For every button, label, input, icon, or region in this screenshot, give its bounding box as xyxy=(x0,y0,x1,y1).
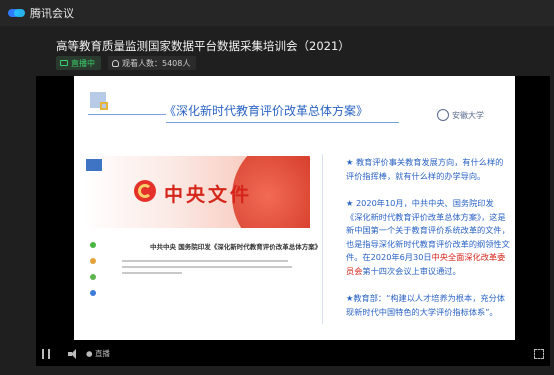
volume-button[interactable] xyxy=(68,349,78,359)
share-wechat-icon xyxy=(90,242,96,248)
title-bar: 腾讯会议 xyxy=(0,0,554,26)
bullet-item: ★ 2020年10月，中共中央、国务院印发《深化新时代教育评价改革总体方案》，这… xyxy=(346,198,510,276)
bullet-item: ★ 教育评价事关教育发展方向，有什么样的评价指挥棒，就有什么样的办学导向。 xyxy=(346,157,504,181)
article-text-line xyxy=(122,260,288,262)
viewer-count-badge: 观看人数：5408人 xyxy=(108,56,197,70)
university-logo: 安徽大学 xyxy=(437,106,489,124)
slide-divider xyxy=(322,154,323,324)
meeting-title: 高等教育质量监测国家数据平台数据采集培训会（2021） xyxy=(56,39,350,53)
slide-bullet-list: ★ 教育评价事关教育发展方向，有什么样的评价指挥棒，就有什么样的办学导向。 ★ … xyxy=(346,156,510,333)
university-seal-icon xyxy=(437,109,449,121)
live-status-label: 直播中 xyxy=(71,58,95,68)
slide-title: 《深化新时代教育评价改革总体方案》 xyxy=(164,104,369,118)
viewer-count-label: 观看人数：5408人 xyxy=(122,58,191,68)
central-document-banner: 中央文件 xyxy=(82,156,310,228)
share-moments-icon xyxy=(90,274,96,280)
emblem-ring xyxy=(138,184,152,198)
decorative-square-outline xyxy=(100,102,108,110)
live-indicator: ● 直播 xyxy=(86,349,110,358)
title-rule-left xyxy=(88,114,166,115)
star-icon: ★ xyxy=(346,157,356,167)
camera-icon xyxy=(60,60,68,66)
live-status-badge: 直播中 xyxy=(56,56,101,70)
news-sticker-icon xyxy=(86,159,102,171)
star-icon: ★ xyxy=(346,198,356,208)
presentation-slide: 《深化新时代教育评价改革总体方案》 安徽大学 中央文件 中共中央 国务院印发《深… xyxy=(74,76,515,340)
person-icon xyxy=(112,59,119,67)
share-weibo-icon xyxy=(90,258,96,264)
article-heading: 中共中央 国务院印发《深化新时代教育评价改革总体方案》 xyxy=(150,243,322,251)
fullscreen-button[interactable] xyxy=(534,349,544,359)
bullet-item: ★教育部：“构建以人才培养为根本，充分体现新时代中国特色的大学评价指标体系”。 xyxy=(346,293,505,317)
tencent-meeting-logo-icon xyxy=(8,7,26,19)
article-text-line xyxy=(122,272,182,274)
university-logo-text: 安徽大学 xyxy=(452,110,484,120)
player-controls: ● 直播 xyxy=(36,343,550,365)
app-name: 腾讯会议 xyxy=(30,7,74,20)
video-player[interactable]: 《深化新时代教育评价改革总体方案》 安徽大学 中央文件 中共中央 国务院印发《深… xyxy=(36,76,550,366)
title-rule xyxy=(166,122,399,123)
share-qq-icon xyxy=(90,290,96,296)
pause-button[interactable] xyxy=(42,349,50,359)
article-text-line xyxy=(122,266,292,268)
banner-title: 中央文件 xyxy=(164,184,253,206)
